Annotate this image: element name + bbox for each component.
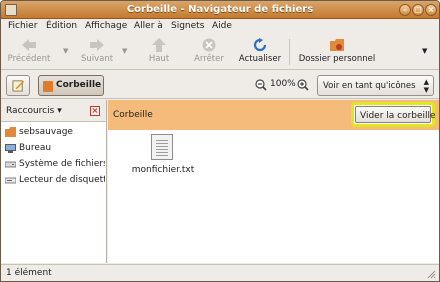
empty-trash-button[interactable]: Vider la corbeille <box>351 102 436 127</box>
close-icon[interactable]: × <box>425 4 437 16</box>
sidebar-item-label: Lecteur de disquette <box>19 175 105 185</box>
sidebar-item-disquette[interactable]: Lecteur de disquette <box>1 172 106 188</box>
menu-edition[interactable]: Édition <box>46 21 77 31</box>
menubar: Fichier Édition Affichage Aller à Signet… <box>1 19 439 34</box>
file-manager-window: Corbeille - Navigateur de fichiers – □ ×… <box>0 0 440 282</box>
back-label: Précédent <box>7 54 51 64</box>
menu-aller-a[interactable]: Aller à <box>134 21 163 31</box>
forward-button[interactable]: Suivant <box>75 36 119 68</box>
back-history-chevron-icon[interactable]: ▼ <box>63 47 68 55</box>
resize-grip-icon[interactable] <box>426 269 436 279</box>
maximize-icon[interactable]: □ <box>412 4 424 16</box>
back-button[interactable]: Précédent <box>5 36 53 68</box>
zoom-in-icon[interactable] <box>297 79 309 91</box>
home-label: Dossier personnel <box>298 54 376 64</box>
stop-label: Arrêter <box>194 54 224 64</box>
desktop-icon <box>5 144 16 153</box>
trash-info-bar: Corbeille Vider la corbeille <box>108 100 439 130</box>
sidebar-item-label: Bureau <box>19 143 52 153</box>
select-arrows-icon: ▲ ▼ <box>423 78 429 94</box>
sidebar-item-sebsauvage[interactable]: sebsauvage <box>1 124 106 140</box>
sidebar-type-select[interactable]: Raccourcis ▾ <box>6 106 62 116</box>
back-arrow-icon <box>22 39 36 51</box>
reload-icon <box>253 38 267 52</box>
sidebar-header: Raccourcis ▾ × <box>1 100 106 122</box>
trash-bar-title: Corbeille <box>113 110 153 120</box>
sidebar-item-bureau[interactable]: Bureau <box>1 140 106 156</box>
toolbar: Précédent ▼ Suivant ▼ Haut Arrêter Actua… <box>1 34 439 70</box>
home-icon <box>5 127 16 137</box>
sidebar-header-label: Raccourcis <box>6 106 55 116</box>
stop-button[interactable]: Arrêter <box>189 36 229 68</box>
drive-icon <box>5 161 16 168</box>
home-button[interactable]: Dossier personnel <box>295 36 379 68</box>
view-mode-select[interactable]: Voir en tant qu'icônes ▲ ▼ <box>317 75 434 96</box>
zoom-level[interactable]: 100% <box>270 79 296 89</box>
menu-signets[interactable]: Signets <box>171 21 204 31</box>
window-title: Corbeille - Navigateur de fichiers <box>126 4 314 15</box>
sidebar-item-label: Système de fichiers <box>19 159 105 169</box>
sidebar-close-icon[interactable]: × <box>90 106 100 116</box>
sidebar-item-systeme[interactable]: Système de fichiers <box>1 156 106 172</box>
titlebar[interactable]: Corbeille - Navigateur de fichiers – □ × <box>1 1 439 19</box>
view-mode-label: Voir en tant qu'icônes <box>323 81 416 91</box>
stop-icon <box>202 38 216 52</box>
file-view[interactable]: Corbeille Vider la corbeille monfichier.… <box>108 100 439 263</box>
reload-button[interactable]: Actualiser <box>235 36 285 68</box>
trash-icon <box>43 81 53 92</box>
floppy-icon <box>5 177 16 184</box>
sidebar: Raccourcis ▾ × sebsauvage Bureau Système… <box>1 100 107 263</box>
up-arrow-icon <box>152 38 166 52</box>
toolbar-separator <box>289 39 290 65</box>
statusbar: 1 élément <box>1 264 439 281</box>
up-button[interactable]: Haut <box>140 36 178 68</box>
menu-fichier[interactable]: Fichier <box>8 21 37 31</box>
breadcrumb-label: Corbeille <box>56 80 102 90</box>
minimize-icon[interactable]: – <box>399 4 411 16</box>
location-edit-button[interactable] <box>6 75 30 96</box>
empty-trash-button-face: Vider la corbeille <box>355 106 436 123</box>
status-text: 1 élément <box>6 268 52 278</box>
home-folder-icon <box>330 39 344 51</box>
sidebar-item-label: sebsauvage <box>19 127 73 137</box>
forward-label: Suivant <box>80 54 114 64</box>
zoom-out-icon[interactable] <box>255 79 267 91</box>
empty-trash-label: Vider la corbeille <box>360 111 436 121</box>
toolbar-overflow-chevron-icon[interactable]: ▼ <box>422 47 427 55</box>
menu-affichage[interactable]: Affichage <box>85 21 127 31</box>
edit-icon <box>12 80 25 92</box>
breadcrumb-corbeille[interactable]: Corbeille <box>38 75 104 96</box>
menu-aide[interactable]: Aide <box>212 21 232 31</box>
location-bar: Corbeille 100% Voir en tant qu'icônes ▲ ▼ <box>1 71 439 99</box>
forward-arrow-icon <box>90 39 104 51</box>
forward-history-chevron-icon[interactable]: ▼ <box>122 47 127 55</box>
up-label: Haut <box>148 54 170 64</box>
text-file-icon <box>151 134 173 160</box>
reload-label: Actualiser <box>238 54 282 64</box>
file-name: monfichier.txt <box>131 165 195 175</box>
